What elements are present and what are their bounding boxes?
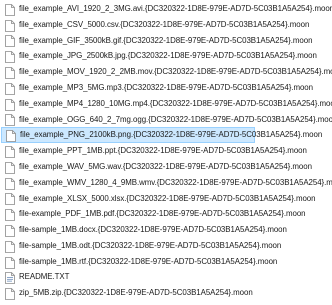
file-list-item[interactable]: file_example_AVI_1920_2_3MG.avi.{DC32032… — [0, 1, 332, 17]
file-list-item[interactable]: file_example_CSV_5000.csv.{DC320322-1D8E… — [0, 17, 332, 33]
text-file-icon — [5, 271, 15, 285]
file-list-item[interactable]: zip_5MB.zip.{DC320322-1D8E-979E-AD7D-5C0… — [0, 285, 332, 301]
file-name: file_example_JPG_2500kB.jpg.{DC320322-1D… — [19, 51, 317, 61]
file-list-item[interactable]: file_example_XLSX_5000.xlsx.{DC320322-1D… — [0, 191, 332, 207]
file-name: file-sample_1MB.docx.{DC320322-1D8E-979E… — [19, 225, 287, 235]
file-list-item[interactable]: file_example_WMV_1280_4_9MB.wmv.{DC32032… — [0, 175, 332, 191]
file-icon — [5, 3, 15, 16]
file-name: zip_5MB.zip.{DC320322-1D8E-979E-AD7D-5C0… — [19, 288, 253, 298]
file-name: README.TXT — [19, 272, 70, 282]
file-list-item[interactable]: file-example_PDF_1MB.pdf.{DC320322-1D8E-… — [0, 206, 332, 222]
file-name: file_example_OGG_640_2_7mg.ogg.{DC320322… — [19, 114, 332, 124]
file-list-item[interactable]: README.TXT — [0, 270, 332, 286]
file-name: file_example_PNG_2100kB.png.{DC320322-1D… — [20, 130, 323, 140]
file-icon — [5, 145, 15, 158]
file-list-item[interactable]: file_example_PPT_1MB.ppt.{DC320322-1D8E-… — [0, 143, 332, 159]
file-icon — [5, 98, 15, 111]
file-name: file-sample_1MB.odt.{DC320322-1D8E-979E-… — [19, 240, 282, 250]
file-icon — [5, 240, 15, 253]
file-icon — [5, 113, 15, 127]
file-name: file_example_XLSX_5000.xlsx.{DC320322-1D… — [19, 193, 316, 203]
file-name: file-sample_1MB.rtf.{DC320322-1D8E-979E-… — [19, 256, 278, 266]
file-name: file_example_GIF_3500kB.gif.{DC320322-1D… — [19, 35, 313, 45]
file-list-item[interactable]: file_example_GIF_3500kB.gif.{DC320322-1D… — [0, 33, 332, 49]
file-icon — [5, 34, 15, 48]
file-icon — [6, 129, 16, 143]
file-name: file_example_WAV_5MG.wav.{DC320322-1D8E-… — [19, 161, 312, 171]
file-name: file_example_CSV_5000.csv.{DC320322-1D8E… — [19, 19, 310, 29]
file-list-item[interactable]: file-sample_1MB.odt.{DC320322-1D8E-979E-… — [0, 238, 332, 254]
file-list-item[interactable]: file_example_MP4_1280_10MG.mp4.{DC320322… — [0, 96, 332, 112]
file-list-item[interactable]: file_example_OGG_640_2_7mg.ogg.{DC320322… — [0, 112, 332, 128]
file-icon — [5, 192, 15, 206]
file-list: file_example_AVI_1920_2_3MG.avi.{DC32032… — [0, 0, 332, 301]
file-name: file-example_PDF_1MB.pdf.{DC320322-1D8E-… — [19, 209, 306, 219]
file-list-item[interactable]: file-sample_1MB.rtf.{DC320322-1D8E-979E-… — [0, 254, 332, 270]
file-icon — [5, 19, 15, 32]
file-name: file_example_WMV_1280_4_9MB.wmv.{DC32032… — [19, 177, 332, 187]
file-icon — [5, 82, 15, 95]
file-icon — [5, 50, 15, 64]
file-icon — [5, 66, 15, 79]
file-icon — [5, 256, 15, 269]
file-list-item[interactable]: file_example_MOV_1920_2_2MB.mov.{DC32032… — [0, 64, 332, 80]
file-icon — [5, 177, 15, 190]
file-name: file_example_MOV_1920_2_2MB.mov.{DC32032… — [19, 67, 332, 77]
file-name: file_example_PPT_1MB.ppt.{DC320322-1D8E-… — [19, 146, 307, 156]
file-list-item[interactable]: file_example_MP3_5MG.mp3.{DC320322-1D8E-… — [0, 80, 332, 96]
file-name: file_example_MP3_5MG.mp3.{DC320322-1D8E-… — [19, 82, 313, 92]
file-icon — [5, 287, 15, 301]
file-list-item[interactable]: file_example_PNG_2100kB.png.{DC320322-1D… — [1, 127, 322, 144]
file-list-item[interactable]: file_example_JPG_2500kB.jpg.{DC320322-1D… — [0, 48, 332, 64]
file-list-item[interactable]: file-sample_1MB.docx.{DC320322-1D8E-979E… — [0, 222, 332, 238]
file-name: file_example_AVI_1920_2_3MG.avi.{DC32032… — [19, 3, 332, 13]
file-list-item[interactable]: file_example_WAV_5MG.wav.{DC320322-1D8E-… — [0, 159, 332, 175]
file-name: file_example_MP4_1280_10MG.mp4.{DC320322… — [19, 98, 332, 108]
file-icon — [5, 224, 15, 237]
file-icon — [5, 208, 15, 222]
file-icon — [5, 161, 15, 174]
